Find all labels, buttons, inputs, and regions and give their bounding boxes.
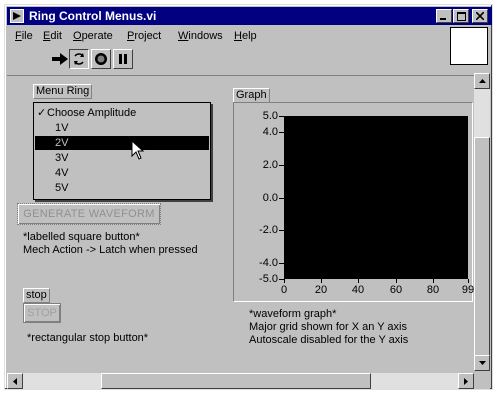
checkmark-icon: ✓ xyxy=(37,107,47,119)
scroll-down-button[interactable] xyxy=(474,355,490,371)
stop-label: stop xyxy=(23,288,50,303)
y-tick-mark xyxy=(279,263,284,264)
horizontal-scroll-thumb[interactable] xyxy=(101,373,371,389)
close-icon xyxy=(476,12,484,20)
x-tick-mark xyxy=(358,279,359,283)
stop-button-note: *rectangular stop button* xyxy=(27,332,149,344)
generate-waveform-button[interactable]: GENERATE WAVEFORM xyxy=(17,203,161,225)
vi-icon-pane[interactable] xyxy=(450,27,488,65)
plot-area[interactable] xyxy=(284,116,468,279)
horizontal-scrollbar[interactable] xyxy=(7,373,474,389)
y-tick-mark xyxy=(279,230,284,231)
graph-autoscale-note: Autoscale disabled for the Y axis xyxy=(249,334,409,346)
minimize-button[interactable] xyxy=(436,9,452,23)
menu-ring-dropdown[interactable]: ✓ Choose Amplitude 1V 2V 3V 4V 5V xyxy=(33,102,211,200)
mouse-cursor-icon xyxy=(131,140,145,160)
menu-file[interactable]: File xyxy=(15,29,33,43)
x-tick-mark xyxy=(321,279,322,283)
menu-edit[interactable]: Edit xyxy=(43,29,62,43)
y-tick-label: 5.0 xyxy=(262,110,278,122)
y-tick-label: -4.0 xyxy=(259,257,278,269)
maximize-icon xyxy=(456,11,466,21)
menu-ring-label: Menu Ring xyxy=(33,84,93,99)
menu-operate[interactable]: Operate xyxy=(73,29,113,43)
run-continuously-button[interactable] xyxy=(69,49,89,69)
generate-button-mech-action: Mech Action -> Latch when pressed xyxy=(23,244,198,256)
y-tick-mark xyxy=(279,116,284,117)
arrow-up-icon xyxy=(478,79,486,83)
window-title: Ring Control Menus.vi xyxy=(29,9,157,23)
menu-help[interactable]: Help xyxy=(234,29,257,43)
graph-label: Graph xyxy=(233,88,270,103)
pause-icon xyxy=(119,54,127,64)
abort-button[interactable] xyxy=(91,49,111,69)
y-tick-label: 4.0 xyxy=(262,126,278,138)
x-tick-label: 99 xyxy=(461,284,475,296)
run-button[interactable] xyxy=(51,49,69,69)
abort-icon xyxy=(95,53,107,65)
y-tick-label: -2.0 xyxy=(259,224,278,236)
graph-note: *waveform graph* xyxy=(249,308,337,320)
labview-vi-icon xyxy=(10,9,24,23)
y-tick-label: -5.0 xyxy=(259,273,278,285)
maximize-button[interactable] xyxy=(453,9,469,23)
menu-windows[interactable]: Windows xyxy=(178,29,223,43)
x-tick-label: 80 xyxy=(426,284,440,296)
menu-bar: File Edit Operate Project Windows Help xyxy=(7,27,447,45)
menu-ring-option[interactable]: ✓ Choose Amplitude xyxy=(35,106,209,120)
menu-ring-option[interactable]: 1V xyxy=(35,121,209,135)
run-continuously-icon xyxy=(74,53,84,65)
close-button[interactable] xyxy=(472,9,488,23)
scroll-up-button[interactable] xyxy=(474,73,490,89)
y-tick-label: 2.0 xyxy=(262,159,278,171)
x-tick-mark xyxy=(284,279,285,283)
minimize-icon xyxy=(440,18,446,20)
y-tick-mark xyxy=(279,132,284,133)
scroll-left-button[interactable] xyxy=(7,373,23,389)
menu-ring-option-highlighted[interactable]: 2V xyxy=(35,136,209,150)
scrollbar-corner xyxy=(474,373,490,389)
x-tick-label: 0 xyxy=(280,284,288,296)
x-tick-label: 40 xyxy=(351,284,365,296)
vi-window: Ring Control Menus.vi File Edit Operate … xyxy=(4,4,493,390)
arrow-down-icon xyxy=(478,361,486,365)
arrow-right-icon xyxy=(464,377,468,385)
y-tick-mark xyxy=(279,165,284,166)
menu-project[interactable]: Project xyxy=(127,29,161,43)
run-arrow-icon xyxy=(52,53,68,65)
scroll-right-button[interactable] xyxy=(458,373,474,389)
generate-button-note: *labelled square button* xyxy=(23,231,140,243)
toolbar xyxy=(7,49,447,71)
x-tick-label: 60 xyxy=(389,284,403,296)
y-tick-mark xyxy=(279,198,284,199)
front-panel: Menu Ring ✓ Choose Amplitude 1V 2V 3V 4V… xyxy=(7,75,477,372)
menu-ring-option[interactable]: 3V xyxy=(35,151,209,165)
vertical-scrollbar[interactable] xyxy=(474,73,490,371)
graph-grid-note: Major grid shown for X an Y axis xyxy=(249,321,407,333)
menu-ring-option[interactable]: 5V xyxy=(35,181,209,195)
y-tick-label: 0.0 xyxy=(262,192,278,204)
vertical-scroll-thumb[interactable] xyxy=(474,137,490,357)
x-tick-label: 20 xyxy=(314,284,328,296)
pause-button[interactable] xyxy=(113,49,133,69)
arrow-left-icon xyxy=(13,377,17,385)
menu-ring-option[interactable]: 4V xyxy=(35,166,209,180)
stop-button[interactable]: STOP xyxy=(23,303,61,323)
x-tick-mark xyxy=(468,279,469,283)
title-bar[interactable]: Ring Control Menus.vi xyxy=(7,7,492,25)
x-tick-mark xyxy=(396,279,397,283)
x-tick-mark xyxy=(433,279,434,283)
